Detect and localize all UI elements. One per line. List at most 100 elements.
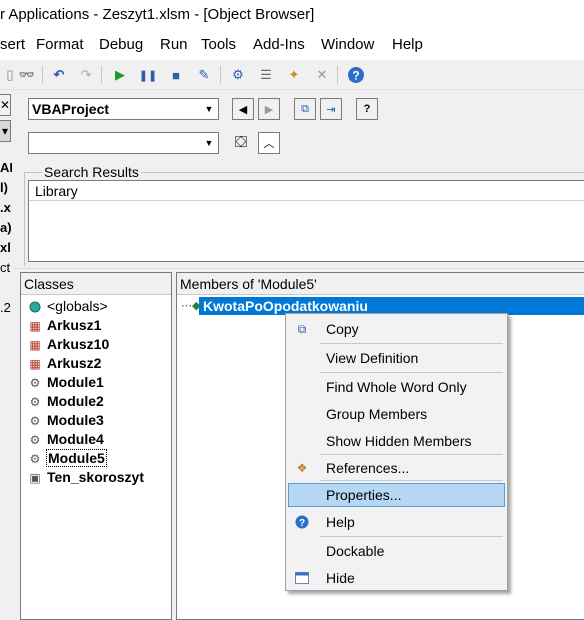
class-item-arkusz10[interactable]: ▦ Arkusz10 xyxy=(25,335,169,354)
class-item-module3[interactable]: ⚙ Module3 xyxy=(25,411,169,430)
go-back-button[interactable]: ◀ xyxy=(232,98,254,120)
help-button[interactable]: ? xyxy=(356,98,378,120)
binoculars-icon: ⛋ xyxy=(234,134,248,151)
search-text-combo[interactable]: ▼ xyxy=(28,132,219,154)
menu-add-ins[interactable]: Add-Ins xyxy=(253,36,305,53)
class-item-module4[interactable]: ⚙ Module4 xyxy=(25,430,169,449)
class-item-label: Module3 xyxy=(47,412,104,428)
design-mode-icon[interactable]: ✎ xyxy=(194,65,214,85)
help-icon[interactable]: ? xyxy=(346,65,366,85)
search-results-list[interactable]: Library xyxy=(28,180,584,262)
menu-item-dockable[interactable]: Dockable xyxy=(288,540,505,562)
menu-insert[interactable]: sert xyxy=(0,36,25,53)
copy-icon: ⧉ xyxy=(297,321,307,336)
title-bar: r Applications - Zeszyt1.xlsm - [Object … xyxy=(0,0,584,30)
break-icon[interactable]: ❚❚ xyxy=(138,65,158,85)
menu-item-view-definition[interactable]: View Definition xyxy=(288,347,505,369)
class-item-module1[interactable]: ⚙ Module1 xyxy=(25,373,169,392)
menu-item-label: Find Whole Word Only xyxy=(326,379,467,395)
toolbar: ▯ 👓 ↶ ↷ ▶ ❚❚ ■ ✎ ⚙ ☰ ✦ ✕ ? xyxy=(0,60,584,90)
toolbox-icon[interactable]: ✕ xyxy=(312,65,332,85)
toolbar-separator xyxy=(220,66,221,84)
classes-header-label: Classes xyxy=(24,276,74,292)
menu-tools[interactable]: Tools xyxy=(201,36,236,53)
chevron-up-icon: ︿ xyxy=(263,138,275,150)
menu-format[interactable]: Format xyxy=(36,36,84,53)
project-explorer-icon[interactable]: ⚙ xyxy=(228,65,248,85)
menu-item-copy[interactable]: ⧉ Copy xyxy=(288,318,505,340)
chevron-down-icon[interactable]: ▼ xyxy=(200,99,218,119)
collapse-button[interactable]: ✕ xyxy=(0,94,11,116)
toolbar-separator xyxy=(42,66,43,84)
redo-icon[interactable]: ↷ xyxy=(76,65,96,85)
class-item-ten-skoroszyt[interactable]: ▣ Ten_skoroszyt xyxy=(25,468,169,487)
class-item-label: Module4 xyxy=(47,431,104,447)
library-combo[interactable]: VBAProject ▼ xyxy=(28,98,219,120)
class-item-label: Ten_skoroszyt xyxy=(47,469,144,485)
project-label-fragment: .x xyxy=(0,200,11,215)
reset-icon[interactable]: ■ xyxy=(166,65,186,85)
window-title: r Applications - Zeszyt1.xlsm - [Object … xyxy=(0,6,315,23)
class-item-label: <globals> xyxy=(47,298,108,314)
find-icon[interactable]: 👓 xyxy=(17,65,37,85)
svg-text:?: ? xyxy=(352,69,359,83)
menu-item-label: Hide xyxy=(326,570,355,586)
search-results-label: Search Results xyxy=(42,164,141,180)
menu-item-help[interactable]: ? Help xyxy=(288,511,505,533)
project-label-fragment: a) xyxy=(0,220,12,235)
module-icon: ⚙ xyxy=(29,433,41,447)
svg-text:?: ? xyxy=(299,518,305,529)
class-item-arkusz2[interactable]: ▦ Arkusz2 xyxy=(25,354,169,373)
run-icon[interactable]: ▶ xyxy=(110,65,130,85)
worksheet-icon: ▦ xyxy=(29,319,41,333)
copy-icon: ⧉ xyxy=(301,102,309,115)
undo-icon[interactable]: ↶ xyxy=(49,65,69,85)
module-icon: ⚙ xyxy=(29,395,41,409)
menu-item-label: Properties... xyxy=(326,487,402,503)
toggle-search-results-button[interactable]: ︿ xyxy=(258,132,280,154)
module-icon: ⚙ xyxy=(29,414,41,428)
arrow-left-icon: ◀ xyxy=(238,103,248,116)
copy-to-clipboard-button[interactable]: ⧉ xyxy=(294,98,316,120)
dropdown-button[interactable]: ▾ xyxy=(0,120,11,142)
menu-item-find-whole-word-only[interactable]: Find Whole Word Only xyxy=(288,376,505,398)
classes-list[interactable]: Classes <globals> ▦ Arkusz1 ▦ Arkusz10 ▦… xyxy=(20,272,172,620)
menu-run[interactable]: Run xyxy=(160,36,188,53)
view-definition-button[interactable]: ⇥ xyxy=(320,98,342,120)
menu-window[interactable]: Window xyxy=(321,36,374,53)
class-item-globals[interactable]: <globals> xyxy=(25,297,169,316)
library-column-header[interactable]: Library xyxy=(29,181,584,201)
question-icon: ? xyxy=(363,103,371,115)
menu-help[interactable]: Help xyxy=(392,36,423,53)
class-item-label: Arkusz1 xyxy=(47,317,102,333)
class-item-label: Module2 xyxy=(47,393,104,409)
menu-item-references[interactable]: ❖ References... xyxy=(288,457,505,479)
menu-item-properties[interactable]: Properties... xyxy=(288,483,505,507)
arrow-right-icon: ▶ xyxy=(264,103,274,116)
properties-window-icon[interactable]: ☰ xyxy=(256,65,276,85)
go-forward-button[interactable]: ▶ xyxy=(258,98,280,120)
menu-item-hide[interactable]: Hide xyxy=(288,567,505,589)
hide-window-icon xyxy=(294,570,310,586)
class-item-module2[interactable]: ⚙ Module2 xyxy=(25,392,169,411)
members-header: Members of 'Module5' xyxy=(177,273,584,295)
chevron-down-icon[interactable]: ▼ xyxy=(200,133,218,153)
menu-item-show-hidden-members[interactable]: Show Hidden Members xyxy=(288,430,505,452)
context-menu: ⧉ Copy View Definition Find Whole Word O… xyxy=(285,313,508,591)
menu-debug[interactable]: Debug xyxy=(99,36,143,53)
search-button[interactable]: ⛋ xyxy=(230,132,252,154)
object-browser-icon[interactable]: ✦ xyxy=(284,65,304,85)
project-explorer-partial: ✕ ▾ AE l) .x a) xl ct .2 xyxy=(0,90,12,620)
module-icon: ⚙ xyxy=(29,452,41,466)
class-item-arkusz1[interactable]: ▦ Arkusz1 xyxy=(25,316,169,335)
menu-item-group-members[interactable]: Group Members xyxy=(288,403,505,425)
menu-item-label: Help xyxy=(326,514,355,530)
module-icon: ⚙ xyxy=(29,376,41,390)
menu-separator xyxy=(320,480,503,481)
library-combo-value: VBAProject xyxy=(32,101,110,117)
menu-item-label: Group Members xyxy=(326,406,428,422)
worksheet-icon: ▦ xyxy=(29,357,41,371)
project-label-fragment: l) xyxy=(0,180,8,195)
class-item-module5[interactable]: ⚙ Module5 xyxy=(25,449,169,468)
view-definition-icon: ⇥ xyxy=(326,103,336,116)
